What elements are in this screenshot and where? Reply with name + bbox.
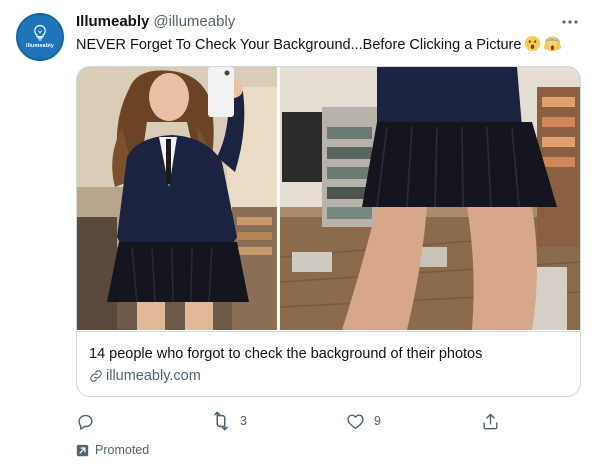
author-handle[interactable]: @illumeably xyxy=(153,13,235,30)
astonished-face-emoji-icon xyxy=(525,35,541,52)
like-icon xyxy=(347,413,364,429)
avatar-logo-text: illumeably xyxy=(26,42,54,49)
avatar[interactable]: illumeably xyxy=(16,13,64,61)
reply-button[interactable] xyxy=(76,410,104,432)
tweet-actions: 3 9 xyxy=(76,410,506,432)
tweet: illumeably Illumeably @illumeably NEVER F… xyxy=(0,0,598,470)
card-footer[interactable]: 14 people who forgot to check the backgr… xyxy=(77,331,580,396)
retweet-icon xyxy=(214,411,228,431)
tweet-body: NEVER Forget To Check Your Background...… xyxy=(76,37,522,53)
like-count: 9 xyxy=(374,414,381,428)
card-title[interactable]: 14 people who forgot to check the backgr… xyxy=(89,344,482,364)
card-domain[interactable]: illumeably.com xyxy=(89,366,201,386)
link-card[interactable]: 14 people who forgot to check the backgr… xyxy=(76,66,581,397)
reply-icon xyxy=(78,414,93,430)
tweet-text: NEVER Forget To Check Your Background...… xyxy=(76,35,562,55)
retweet-button[interactable]: 3 xyxy=(211,410,247,432)
author-name[interactable]: Illumeably xyxy=(76,13,149,30)
like-button[interactable]: 9 xyxy=(346,410,381,432)
card-domain-text[interactable]: illumeably.com xyxy=(106,366,201,386)
promoted-icon xyxy=(76,444,89,456)
lightbulb-logo-icon xyxy=(34,24,46,40)
tweet-header: Illumeably @illumeably xyxy=(76,12,235,32)
more-options-button[interactable] xyxy=(560,12,580,32)
card-image[interactable] xyxy=(77,67,580,330)
link-icon xyxy=(90,370,102,382)
promoted-label: Promoted xyxy=(95,443,150,457)
promoted-indicator[interactable]: Promoted xyxy=(76,443,149,457)
share-icon xyxy=(483,413,498,429)
share-button[interactable] xyxy=(481,410,500,432)
face-screaming-in-fear-emoji-icon xyxy=(544,36,562,52)
more-icon xyxy=(562,20,578,24)
card-photo-collage xyxy=(77,67,580,330)
retweet-count: 3 xyxy=(240,414,247,428)
